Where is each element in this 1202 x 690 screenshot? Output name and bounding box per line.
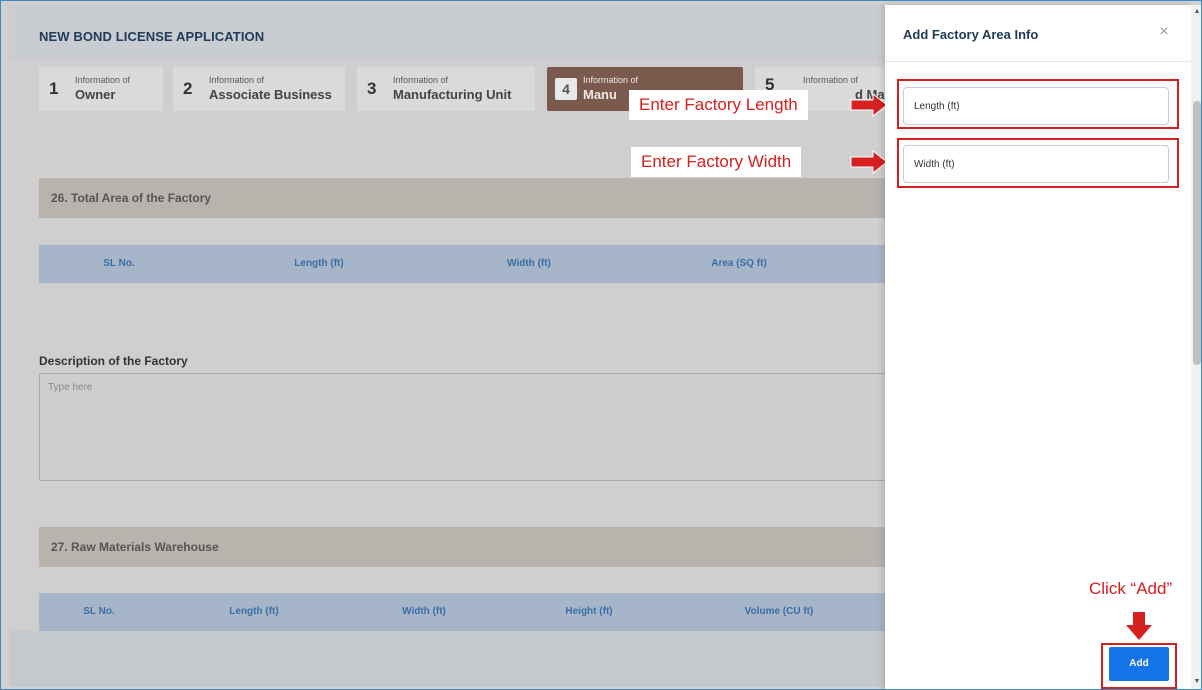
section-raw-materials: 27. Raw Materials Warehouse: [39, 527, 887, 567]
step-number: 4: [555, 78, 577, 100]
section-total-area: 26. Total Area of the Factory: [39, 178, 887, 218]
step-label: Associate Business: [209, 87, 332, 102]
scroll-up-icon[interactable]: ▲: [1193, 7, 1201, 17]
step-caption: Information of: [393, 75, 449, 85]
callout-enter-length: Enter Factory Length: [629, 90, 808, 120]
column-header: SL No.: [103, 258, 135, 269]
factory-area-table-header: SL No. Length (ft) Width (ft) Area (SQ f…: [39, 245, 887, 283]
page-header: NEW BOND LICENSE APPLICATION: [9, 5, 887, 61]
callout-enter-width: Enter Factory Width: [631, 147, 802, 177]
arrow-right-icon: [850, 93, 888, 117]
column-header: Width (ft): [507, 258, 551, 269]
step-label: Manufacturing Unit: [393, 87, 512, 102]
step-caption: Information of: [583, 75, 639, 85]
column-header: Length (ft): [229, 606, 279, 617]
scrollbar[interactable]: ▲ ▼: [1191, 5, 1201, 689]
step-tab-associate-business[interactable]: 2 Information of Associate Business: [173, 67, 345, 111]
arrow-down-icon: [1126, 612, 1152, 640]
step-label: Manu: [583, 87, 617, 102]
step-label: Owner: [75, 87, 116, 102]
column-header: Width (ft): [402, 606, 446, 617]
add-button[interactable]: Add: [1109, 647, 1169, 681]
step-number: 2: [183, 79, 193, 98]
section-title: 26. Total Area of the Factory: [51, 191, 212, 205]
callout-click-add: Click “Add”: [1089, 579, 1173, 598]
arrow-right-icon: [850, 150, 888, 174]
step-caption: Information of: [75, 75, 131, 85]
step-tab-owner[interactable]: 1 Information of Owner: [39, 67, 163, 111]
highlight-length: [897, 79, 1179, 129]
description-label: Description of the Factory: [39, 354, 188, 368]
description-placeholder: Type here: [48, 382, 93, 393]
drawer-title: Add Factory Area Info: [903, 27, 1039, 42]
scroll-thumb[interactable]: [1193, 101, 1201, 365]
step-tab-manufacturing-unit[interactable]: 3 Information of Manufacturing Unit: [357, 67, 535, 111]
step-caption: Information of: [209, 75, 265, 85]
column-header: Height (ft): [565, 606, 613, 617]
step-number: 1: [49, 79, 59, 98]
page-footer: [9, 631, 887, 687]
highlight-width: [897, 138, 1179, 188]
app-window: NEW BOND LICENSE APPLICATION 1 Informati…: [0, 0, 1202, 690]
warehouse-table-header: SL No. Length (ft) Width (ft) Height (ft…: [39, 593, 887, 631]
scroll-down-icon[interactable]: ▼: [1193, 677, 1201, 687]
description-textarea[interactable]: Type here: [39, 373, 887, 481]
step-caption: Information of: [803, 75, 859, 85]
column-header: Volume (CU ft): [744, 606, 814, 617]
column-header: Length (ft): [294, 258, 344, 269]
section-title: 27. Raw Materials Warehouse: [51, 540, 219, 554]
divider: [885, 61, 1191, 62]
column-header: Area (SQ ft): [711, 258, 767, 269]
page-title: NEW BOND LICENSE APPLICATION: [39, 29, 265, 44]
column-header: SL No.: [83, 606, 115, 617]
step-number: 3: [367, 79, 377, 98]
close-icon[interactable]: ×: [1155, 23, 1173, 41]
